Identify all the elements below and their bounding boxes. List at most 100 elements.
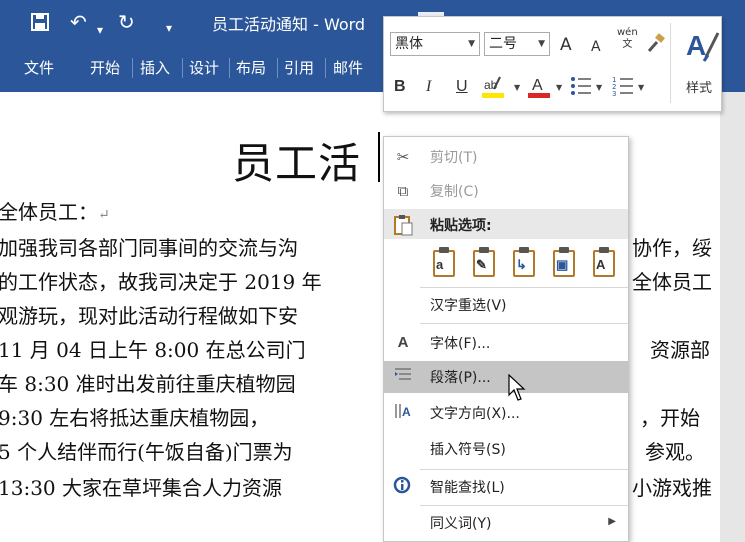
chevron-right-icon: ▶ xyxy=(608,516,616,527)
customize-icon[interactable]: ▾ xyxy=(166,14,172,42)
document-line-fragment[interactable]: ，开始 xyxy=(640,402,700,431)
menu-item-synonyms[interactable]: 同义词(Y) ▶ xyxy=(384,507,628,539)
chevron-down-icon[interactable]: ▼ xyxy=(468,33,475,55)
menu-item-label: 复制(C) xyxy=(430,184,479,200)
font-name-value: 黑体 xyxy=(395,36,423,52)
font-name-combo[interactable]: 黑体 ▼ xyxy=(390,32,480,56)
document-line-fragment[interactable]: 参观。 xyxy=(645,436,705,465)
menu-item-label: 智能查找(L) xyxy=(430,480,505,496)
menu-item-insert-symbol[interactable]: 插入符号(S) xyxy=(384,433,628,465)
document-margin xyxy=(720,92,745,542)
grow-font-icon[interactable]: A xyxy=(560,35,572,55)
text-cursor xyxy=(378,132,380,182)
font-size-combo[interactable]: 二号 ▼ xyxy=(484,32,550,56)
svg-text:A: A xyxy=(686,30,706,61)
document-line-fragment[interactable]: 小游戏推 xyxy=(632,472,712,501)
svg-text:3: 3 xyxy=(612,90,616,97)
paste-option-glyph: ▣ xyxy=(556,257,569,272)
paste-option-glyph: ✎ xyxy=(476,257,487,272)
undo-dropdown-icon[interactable]: ▾ xyxy=(97,16,103,44)
font-icon: A xyxy=(397,334,409,351)
chevron-down-icon[interactable]: ▼ xyxy=(556,83,562,92)
cut-icon: ✂ xyxy=(396,148,410,166)
paste-keep-text-only[interactable]: A xyxy=(590,247,618,279)
chevron-down-icon[interactable]: ▼ xyxy=(538,33,545,55)
paragraph-icon xyxy=(392,366,414,388)
document-line[interactable]: 的工作状态，故我司决定于 2019 年 xyxy=(0,266,322,295)
paste-keep-source-formatting[interactable]: a xyxy=(430,247,458,279)
paste-option-glyph: a xyxy=(436,257,444,272)
svg-text:A: A xyxy=(532,77,543,94)
copy-icon: ⧉ xyxy=(397,182,409,200)
document-line[interactable]: 观游玩，现对此活动行程做如下安 xyxy=(0,300,298,329)
tab-divider xyxy=(132,58,133,78)
highlight-icon[interactable]: ab xyxy=(482,75,508,104)
menu-item-font[interactable]: A 字体(F)... xyxy=(384,327,628,359)
document-line-fragment[interactable]: 全体员工 xyxy=(632,266,712,295)
styles-label[interactable]: 样式 xyxy=(686,77,712,96)
phonetic-guide-icon[interactable]: wén 文 xyxy=(617,27,638,51)
paste-picture[interactable]: ▣ xyxy=(550,247,578,279)
svg-text:A: A xyxy=(402,405,411,419)
menu-item-cut[interactable]: ✂ 剪切(T) xyxy=(384,141,628,173)
bullets-icon[interactable] xyxy=(570,75,592,102)
numbering-icon[interactable]: 123 xyxy=(612,75,634,102)
document-line-fragment[interactable]: 资源部 xyxy=(650,334,710,363)
mouse-pointer-icon xyxy=(508,374,526,401)
font-color-icon[interactable]: A xyxy=(528,75,550,104)
shrink-font-icon[interactable]: A xyxy=(591,37,601,57)
tab-layout[interactable]: 布局 xyxy=(236,58,266,78)
document-line[interactable]: 加强我司各部门同事间的交流与沟 xyxy=(0,232,298,261)
clip-top xyxy=(599,247,609,253)
paste-options-header: 粘贴选项: xyxy=(384,209,628,239)
clip-top xyxy=(559,247,569,253)
chevron-down-icon[interactable]: ▼ xyxy=(514,83,520,92)
text-direction-icon: A xyxy=(392,402,414,424)
tab-file[interactable]: 文件 xyxy=(24,58,54,78)
tab-insert[interactable]: 插入 xyxy=(140,58,170,78)
menu-item-paragraph[interactable]: 段落(P)... xyxy=(384,361,628,393)
tab-design[interactable]: 设计 xyxy=(189,58,219,78)
paste-use-destination-styles[interactable]: ↳ xyxy=(510,247,538,279)
document-line[interactable]: 11 月 04 日上午 8:00 在总公司门 xyxy=(0,334,306,363)
menu-item-label: 粘贴选项: xyxy=(430,218,492,234)
toolbar-divider xyxy=(670,23,671,103)
document-line-fragment[interactable]: 协作，绥 xyxy=(632,232,712,261)
document-line[interactable]: 车 8:30 准时出发前往重庆植物园 xyxy=(0,368,296,397)
document-line[interactable]: 13:30 大家在草坪集合人力资源 xyxy=(0,472,282,501)
menu-item-reconversion[interactable]: 汉字重选(V) xyxy=(384,289,628,321)
context-menu: ✂ 剪切(T) ⧉ 复制(C) 粘贴选项: a ✎ ↳ ▣ A 汉字重选(V) … xyxy=(383,136,629,542)
window-title: 员工活动通知 - Word xyxy=(212,15,366,34)
menu-separator xyxy=(420,323,628,324)
menu-item-label: 同义词(Y) xyxy=(430,516,492,532)
chevron-down-icon[interactable]: ▼ xyxy=(596,83,602,92)
tab-mailings[interactable]: 邮件 xyxy=(333,58,363,78)
chevron-down-icon[interactable]: ▼ xyxy=(638,83,644,92)
menu-item-label: 剪切(T) xyxy=(430,150,478,166)
document-line[interactable]: 5 个人结伴而行(午饭自备)门票为 xyxy=(0,436,293,465)
mini-toolbar: 黑体 ▼ 二号 ▼ A A wén 文 A 样式 B I U ab ▼ A ▼ … xyxy=(383,16,722,112)
italic-button[interactable]: I xyxy=(426,77,431,97)
document-heading[interactable]: 员工活 xyxy=(232,130,361,191)
undo-icon[interactable]: ↶ xyxy=(70,8,87,36)
menu-item-label: 文字方向(X)... xyxy=(430,406,520,422)
menu-separator xyxy=(420,505,628,506)
document-line[interactable]: 全体员工：↵ xyxy=(0,196,110,225)
tab-home[interactable]: 开始 xyxy=(90,58,120,78)
paste-merge-formatting[interactable]: ✎ xyxy=(470,247,498,279)
menu-item-smart-lookup[interactable]: 智能查找(L) xyxy=(384,471,628,503)
underline-button[interactable]: U xyxy=(456,77,468,97)
styles-icon[interactable]: A xyxy=(684,27,720,68)
menu-item-label: 汉字重选(V) xyxy=(430,298,507,314)
menu-item-label: 段落(P)... xyxy=(430,370,491,386)
document-line[interactable]: 9:30 左右将抵达重庆植物园， xyxy=(0,402,269,431)
menu-item-copy[interactable]: ⧉ 复制(C) xyxy=(384,175,628,207)
bold-button[interactable]: B xyxy=(394,77,406,97)
tab-divider xyxy=(325,58,326,78)
tab-references[interactable]: 引用 xyxy=(284,58,314,78)
save-icon[interactable] xyxy=(30,8,50,39)
menu-item-text-direction[interactable]: A 文字方向(X)... xyxy=(384,397,628,429)
redo-icon[interactable]: ↻ xyxy=(118,8,135,36)
format-painter-icon[interactable] xyxy=(646,33,666,58)
paragraph-mark: ↵ xyxy=(98,207,110,223)
